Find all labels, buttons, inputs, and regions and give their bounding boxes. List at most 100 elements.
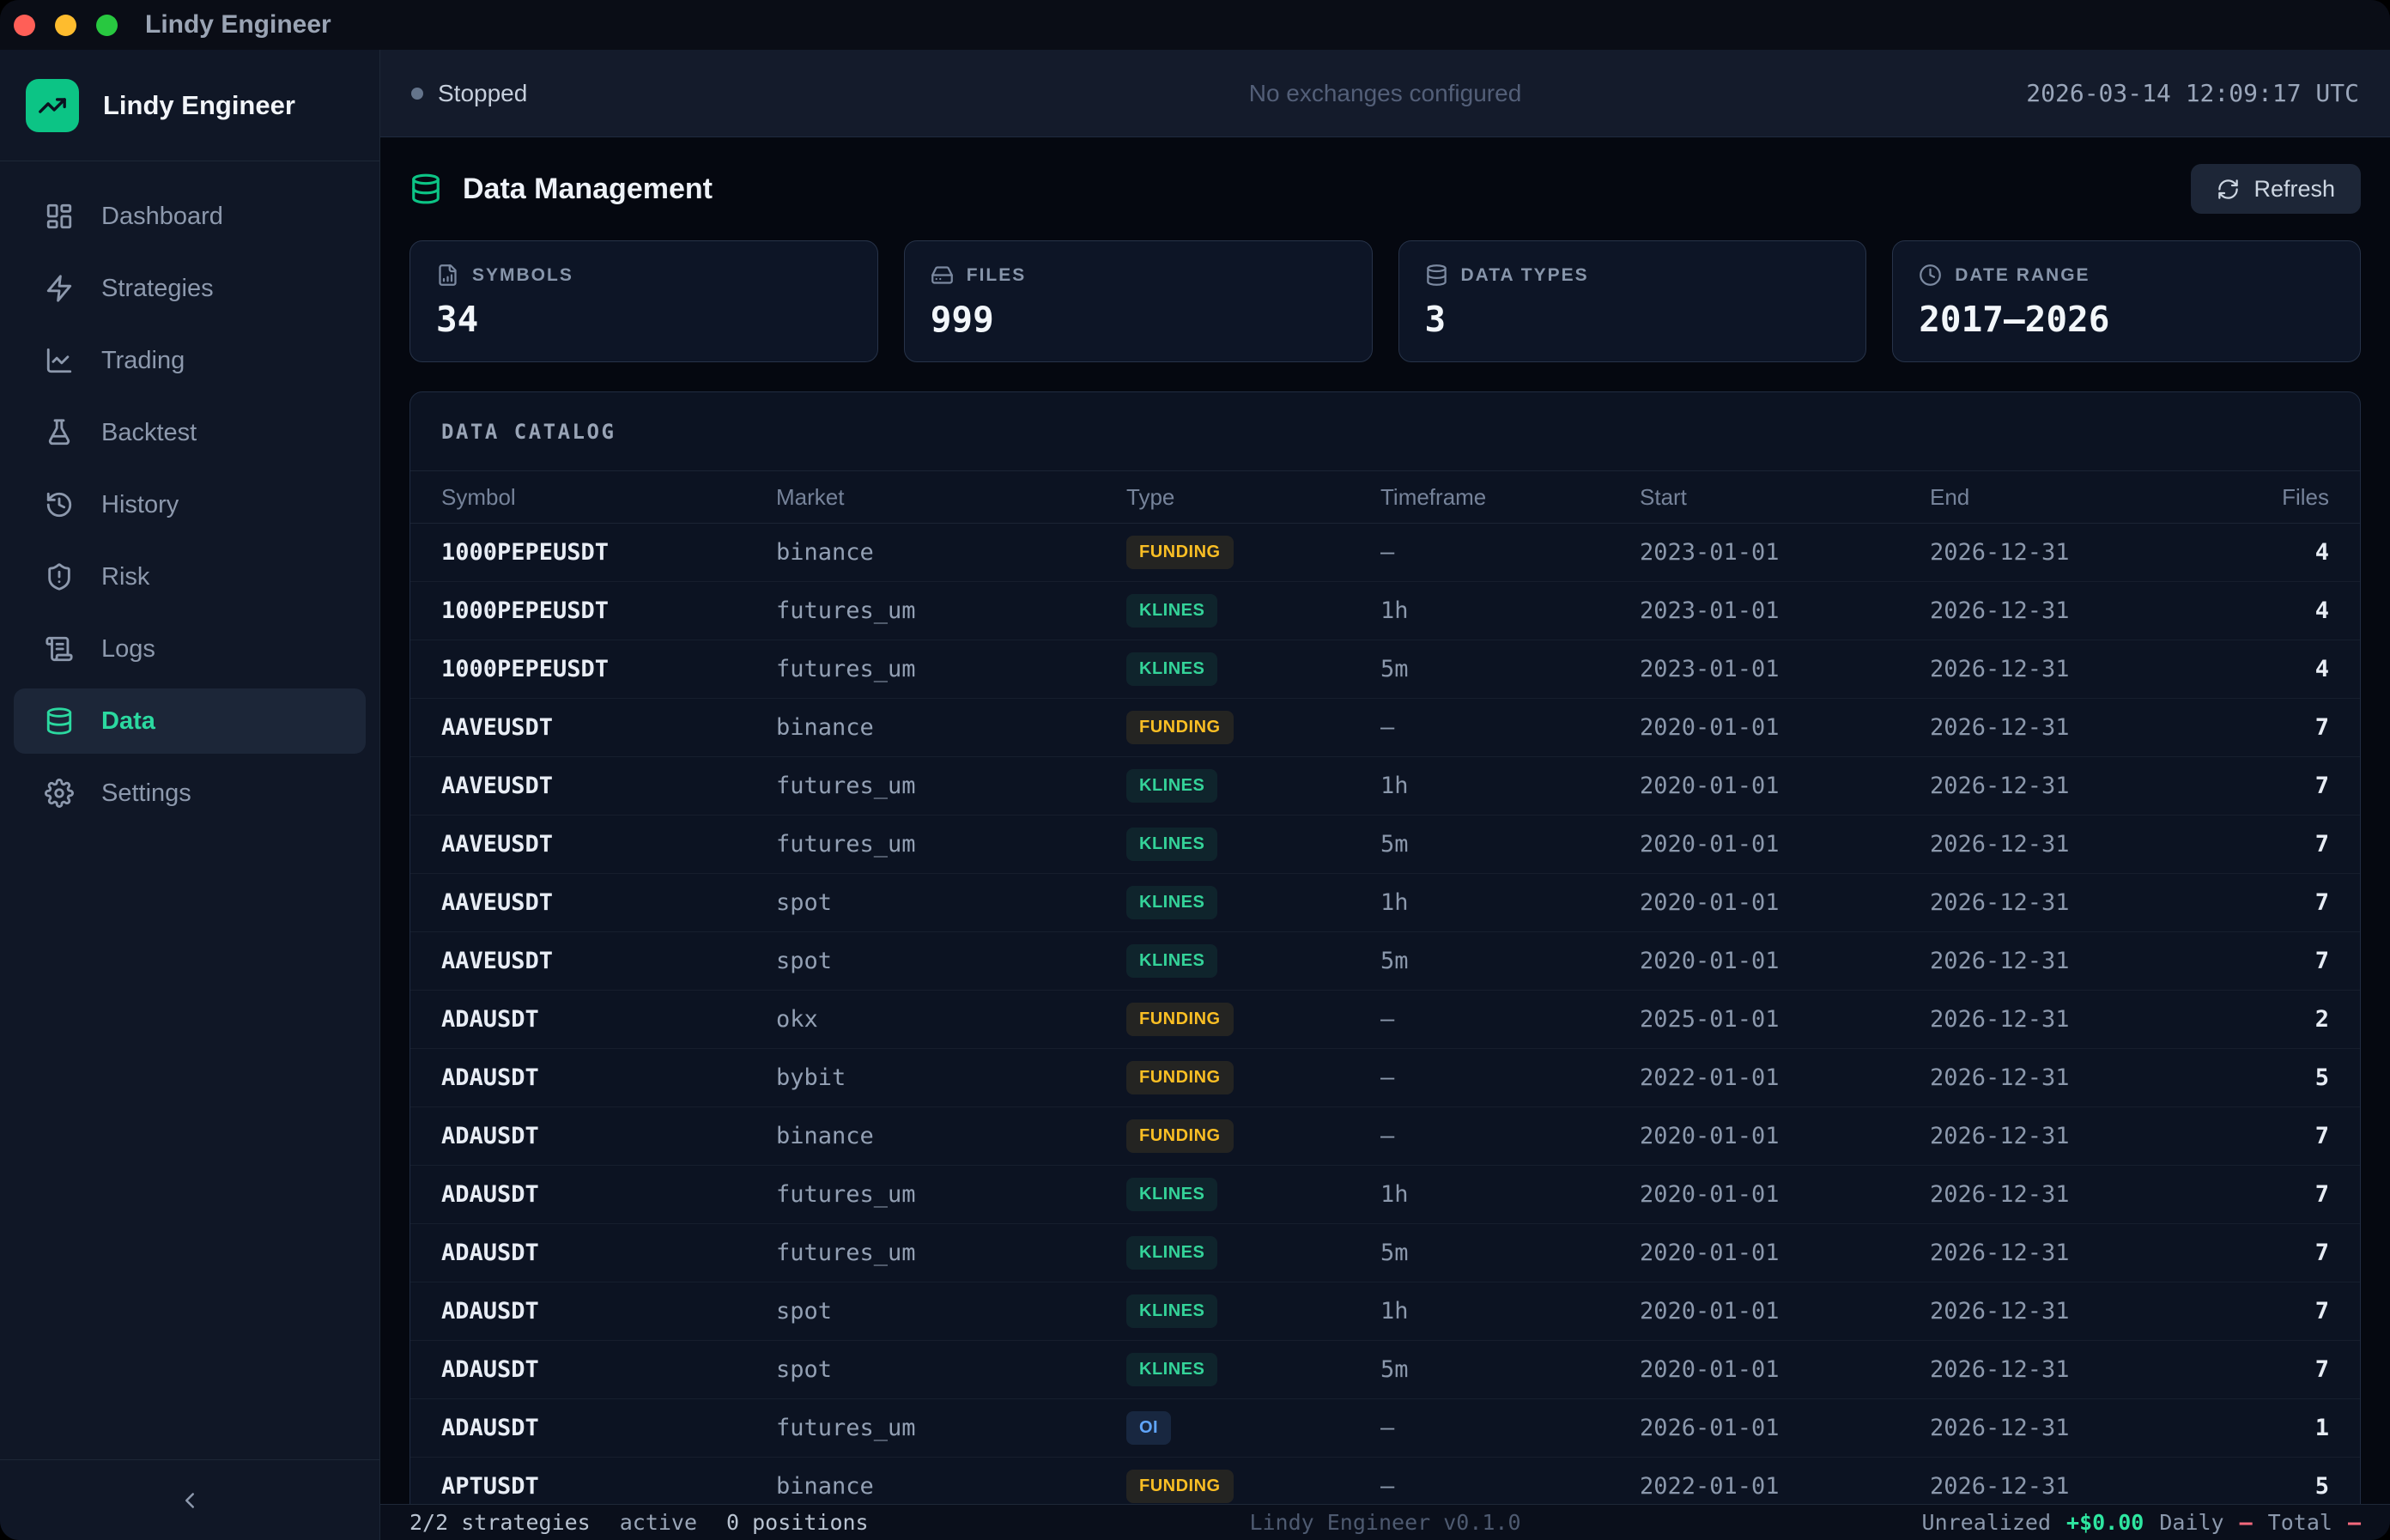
stat-cards: SYMBOLS 34 FILES 999 DATA TYPES 3 DATE R… [409,240,2361,362]
main-area: Stopped No exchanges configured 2026-03-… [380,50,2390,1540]
cell-type: FUNDING [1126,1061,1380,1094]
maximize-button[interactable] [96,15,118,36]
type-badge: FUNDING [1126,1119,1234,1153]
sidebar-item-risk[interactable]: Risk [14,544,366,609]
cell-files: 7 [2222,1240,2329,1266]
cell-end: 2026-12-31 [1930,773,2222,799]
cell-end: 2026-12-31 [1930,1298,2222,1325]
sidebar-nav: Dashboard Strategies Trading Backtest Hi… [0,161,379,833]
close-button[interactable] [14,15,35,36]
sidebar-item-strategies[interactable]: Strategies [14,256,366,321]
cell-type: KLINES [1126,828,1380,861]
cell-type: FUNDING [1126,1470,1380,1503]
sidebar-item-settings[interactable]: Settings [14,761,366,826]
cell-type: KLINES [1126,1236,1380,1270]
cell-end: 2026-12-31 [1930,948,2222,974]
cell-start: 2022-01-01 [1640,1473,1930,1500]
stat-value: 3 [1425,299,1841,340]
cell-timeframe: 1h [1380,773,1640,799]
sidebar-item-label: Logs [101,635,155,664]
page-content: Data Management Refresh SYMBOLS 34 FILES [380,137,2390,1504]
cell-market: futures_um [776,1181,1126,1208]
dashboard-icon [45,202,74,231]
brand-name: Lindy Engineer [103,90,295,121]
zap-icon [45,274,74,303]
sidebar-item-logs[interactable]: Logs [14,616,366,682]
pnl-segment: Daily [2159,1510,2223,1535]
cell-type: OI [1126,1411,1380,1445]
cell-timeframe: 5m [1380,1240,1640,1266]
cell-symbol: AAVEUSDT [441,889,776,916]
engine-status: Stopped [411,80,527,107]
column-header-files: Files [2222,484,2329,511]
cell-type: FUNDING [1126,1003,1380,1036]
cell-end: 2026-12-31 [1930,1006,2222,1033]
engine-status-bar: Stopped No exchanges configured 2026-03-… [380,50,2390,137]
stat-card: DATA TYPES 3 [1398,240,1867,362]
stat-label: FILES [967,265,1027,286]
cell-timeframe: 5m [1380,1356,1640,1383]
cell-files: 7 [2222,1123,2329,1149]
cell-symbol: 1000PEPEUSDT [441,656,776,682]
history-icon [45,490,74,519]
cell-start: 2020-01-01 [1640,1240,1930,1266]
cell-type: KLINES [1126,1294,1380,1328]
pnl-segment: – [2348,1510,2361,1535]
data-catalog-panel: DATA CATALOG SymbolMarketTypeTimeframeSt… [409,391,2361,1504]
cell-symbol: AAVEUSDT [441,948,776,974]
type-badge: KLINES [1126,944,1217,978]
sidebar-collapse[interactable] [0,1459,379,1540]
utc-clock: 2026-03-14 12:09:17 UTC [2026,79,2359,107]
sidebar-item-backtest[interactable]: Backtest [14,400,366,465]
table-row: AAVEUSDT futures_um KLINES 5m 2020-01-01… [410,815,2360,874]
stat-card: SYMBOLS 34 [409,240,878,362]
cell-type: FUNDING [1126,536,1380,569]
cell-files: 4 [2222,597,2329,624]
cell-symbol: 1000PEPEUSDT [441,597,776,624]
cell-end: 2026-12-31 [1930,1356,2222,1383]
cell-timeframe: – [1380,1473,1640,1500]
cell-type: KLINES [1126,944,1380,978]
cell-end: 2026-12-31 [1930,597,2222,624]
cell-timeframe: 5m [1380,948,1640,974]
type-badge: FUNDING [1126,1003,1234,1036]
stat-card: FILES 999 [904,240,1373,362]
cell-files: 7 [2222,889,2329,916]
type-badge: KLINES [1126,1353,1217,1386]
refresh-icon [2217,178,2240,201]
sidebar-item-data[interactable]: Data [14,688,366,754]
table-row: ADAUSDT futures_um KLINES 1h 2020-01-01 … [410,1166,2360,1224]
database-icon [409,173,442,205]
cell-symbol: ADAUSDT [441,1064,776,1091]
table-row: 1000PEPEUSDT binance FUNDING – 2023-01-0… [410,524,2360,582]
refresh-button[interactable]: Refresh [2191,164,2361,214]
gear-icon [45,779,74,808]
cell-symbol: APTUSDT [441,1473,776,1500]
cell-type: FUNDING [1126,1119,1380,1153]
cell-files: 4 [2222,539,2329,566]
sidebar-item-dashboard[interactable]: Dashboard [14,184,366,249]
cell-type: KLINES [1126,652,1380,686]
type-badge: KLINES [1126,1236,1217,1270]
cell-timeframe: 1h [1380,597,1640,624]
sidebar-item-trading[interactable]: Trading [14,328,366,393]
cell-files: 7 [2222,831,2329,858]
cell-symbol: ADAUSDT [441,1415,776,1441]
minimize-button[interactable] [55,15,76,36]
cell-timeframe: – [1380,1415,1640,1441]
cell-market: spot [776,889,1126,916]
titlebar: Lindy Engineer [0,0,2390,50]
cell-symbol: ADAUSDT [441,1123,776,1149]
sidebar-item-label: Data [101,707,155,736]
panel-title: DATA CATALOG [410,392,2360,470]
cell-start: 2020-01-01 [1640,948,1930,974]
sidebar-item-history[interactable]: History [14,472,366,537]
sidebar-item-label: Strategies [101,275,214,303]
type-badge: KLINES [1126,769,1217,803]
status-segment: 0 positions [726,1510,869,1535]
cell-timeframe: 1h [1380,889,1640,916]
table-row: ADAUSDT futures_um OI – 2026-01-01 2026-… [410,1399,2360,1458]
cell-files: 1 [2222,1415,2329,1441]
chart-icon [45,346,74,375]
cell-start: 2020-01-01 [1640,831,1930,858]
